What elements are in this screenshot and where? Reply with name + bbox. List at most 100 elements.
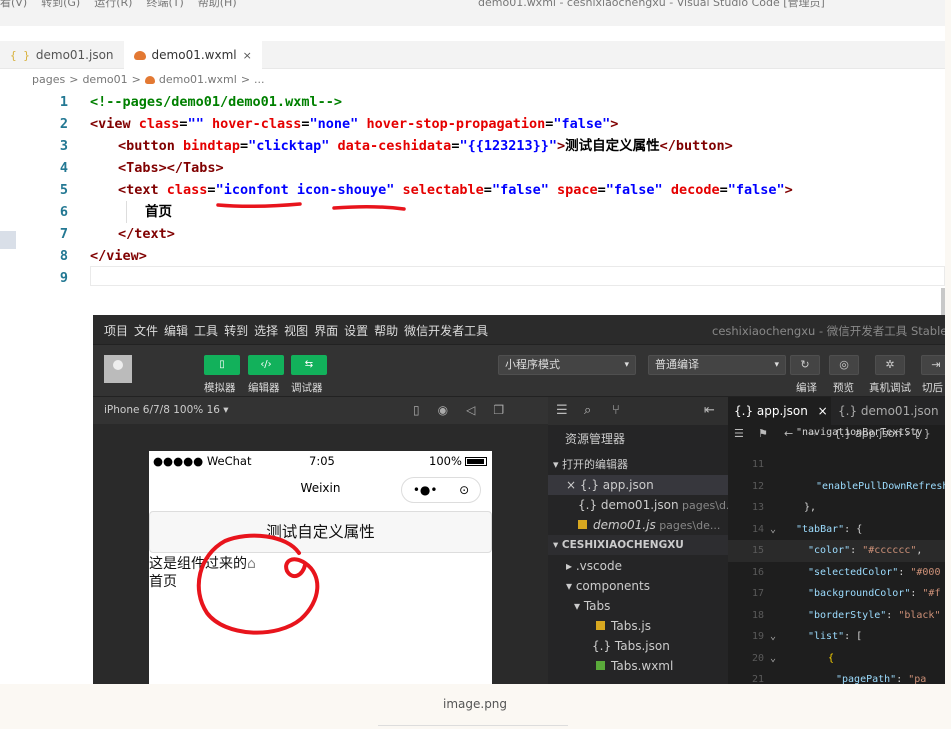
menu-terminal[interactable]: 终端(T)	[146, 0, 183, 10]
code-line: 5 <text class="iconfont icon-shouye" sele…	[0, 179, 945, 201]
code-editor[interactable]: 1 <!--pages/demo01/demo01.wxml--> 2 <view …	[0, 91, 945, 289]
compile-select[interactable]: 普通编译 ▾	[648, 355, 786, 375]
menu-help[interactable]: 帮助	[374, 322, 398, 339]
list-item[interactable]: demo01.js pages\de...	[548, 515, 728, 535]
file-name: {.} Tabs.json	[592, 639, 670, 653]
chevron-down-icon[interactable]: ⌄	[770, 648, 776, 670]
compile-button[interactable]: ↻	[790, 355, 820, 375]
breadcrumb-item[interactable]: demo01.wxml	[159, 73, 237, 86]
back-icon[interactable]: ←	[784, 427, 793, 440]
close-icon[interactable]: ×	[818, 404, 828, 418]
menu-goto[interactable]: 转到(G)	[41, 0, 80, 10]
record-icon[interactable]: ◉	[438, 403, 448, 417]
list-item[interactable]: Tabs.wxml	[548, 656, 728, 676]
custom-attribute-button[interactable]: 测试自定义属性	[149, 511, 492, 553]
simulator-pane: iPhone 6/7/8 100% 16 ▾ ▯ ◉ ◁ ❐ ●●●●● WeC…	[93, 397, 548, 684]
menu-project[interactable]: 项目	[104, 322, 128, 339]
bookmark-icon[interactable]: ⚑	[758, 427, 768, 440]
window-icon[interactable]: ❐	[493, 403, 504, 417]
mode-select[interactable]: 小程序模式 ▾	[498, 355, 636, 375]
code-text: "selectedColor": "#000	[808, 566, 941, 578]
chevron-down-icon[interactable]: ⌄	[770, 519, 776, 541]
volume-icon[interactable]: ◁	[466, 403, 475, 417]
tab-app-json[interactable]: {.} app.json ×	[728, 397, 831, 425]
search-icon[interactable]: ⌕	[584, 403, 591, 418]
tab-demo01-wxml[interactable]: demo01.wxml ×	[123, 41, 262, 69]
chevron-right-icon: >	[131, 73, 141, 86]
code-line: 11	[728, 454, 945, 476]
menu-help[interactable]: 帮助(H)	[198, 0, 237, 10]
menu-wechat-devtools[interactable]: 微信开发者工具	[404, 322, 488, 339]
editor-button[interactable]: ‹/›	[248, 355, 284, 375]
device-select[interactable]: iPhone 6/7/8 100% 16 ▾	[104, 404, 229, 416]
compile-select-value: 普通编译	[655, 358, 699, 371]
chevron-right-icon: >	[69, 73, 79, 86]
breadcrumb-item[interactable]: pages	[32, 73, 65, 86]
breadcrumb-item[interactable]: demo01	[82, 73, 127, 86]
code-line: 12 "enablePullDownRefresh	[728, 476, 945, 498]
code-text: "enablePullDownRefresh	[816, 480, 945, 492]
menu-view[interactable]: 看(V)	[0, 0, 27, 10]
phone-icon[interactable]: ▯	[413, 403, 420, 417]
project-header[interactable]: ▾ CESHIXIAOCHENGXU	[548, 535, 728, 555]
wechat-devtools-window: 项目 文件 编辑 工具 转到 选择 视图 界面 设置 帮助 微信开发者工具 ce…	[93, 315, 945, 684]
list-item[interactable]: ▾ components	[548, 576, 728, 596]
chevron-right-icon: >	[240, 73, 251, 86]
menu-tools[interactable]: 工具	[194, 322, 218, 339]
git-icon[interactable]: ⑂	[612, 403, 620, 418]
list-item[interactable]: ▾ Tabs	[548, 596, 728, 616]
debugger-button[interactable]: ⇆	[291, 355, 327, 375]
code-line: 21 "pagePath": "pa	[728, 669, 945, 684]
code-line: 15 "color": "#cccccc",	[728, 540, 945, 562]
tab-demo01-json[interactable]: { } demo01.json	[0, 41, 124, 69]
menu-view[interactable]: 视图	[284, 322, 308, 339]
simulator-button[interactable]: ▯	[204, 355, 240, 375]
chevron-down-icon[interactable]: ⌄	[770, 626, 776, 648]
menu-select[interactable]: 选择	[254, 322, 278, 339]
battery-icon	[464, 457, 487, 466]
remote-debug-button[interactable]: ✲	[875, 355, 905, 375]
file-name: demo01.js	[593, 518, 656, 532]
line-number: 18	[751, 609, 764, 621]
list-icon[interactable]: ☰	[556, 403, 568, 418]
menu-run[interactable]: 运行(R)	[94, 0, 132, 10]
close-circle-icon[interactable]: ⊙	[459, 483, 469, 497]
breadcrumb: pages > demo01 > demo01.wxml > ...	[32, 73, 265, 86]
list-icon[interactable]: ☰	[734, 427, 744, 440]
avatar[interactable]	[104, 355, 132, 383]
code-editor-dark[interactable]: {.} app.json × {.} demo01.json ☰ ⚑ ← → {…	[728, 397, 945, 684]
list-item[interactable]: ▸ .vscode	[548, 556, 728, 576]
menu-edit[interactable]: 编辑	[164, 322, 188, 339]
breadcrumb-item[interactable]: ...	[254, 73, 265, 86]
collapse-icon[interactable]: ⇤	[704, 403, 715, 418]
preview-button[interactable]: ◎	[829, 355, 859, 375]
code-line: 16 "selectedColor": "#000	[728, 562, 945, 584]
more-icon[interactable]: •●•	[413, 483, 438, 497]
component-text-label: 这是组件过来的	[149, 556, 247, 572]
tab-demo01-json[interactable]: {.} demo01.json	[838, 397, 939, 425]
file-name: Tabs.js	[611, 619, 651, 633]
line-number: 20	[751, 652, 764, 664]
close-icon[interactable]: ×	[243, 49, 252, 62]
background-button[interactable]: ⇥	[921, 355, 945, 375]
list-item[interactable]: {.} demo01.json pages\d...	[548, 495, 728, 515]
code-line: "navigationBarTextSty	[796, 427, 923, 438]
list-item[interactable]: {.} Tabs.json	[548, 636, 728, 656]
wxml-file-icon	[133, 50, 146, 60]
tab-label: {.} app.json	[734, 404, 808, 418]
list-item[interactable]: Tabs.js	[548, 616, 728, 636]
wxml-file-icon	[596, 661, 605, 670]
list-item[interactable]: × {.} app.json	[548, 475, 728, 495]
menu-file[interactable]: 文件	[134, 322, 158, 339]
line-number: 3	[59, 138, 68, 154]
tab-label: demo01.wxml	[151, 48, 237, 62]
capsule-button[interactable]: •●• ⊙	[401, 477, 481, 503]
open-editors-header[interactable]: ▾ 打开的编辑器	[548, 455, 728, 475]
line-number: 8	[59, 248, 68, 264]
menu-goto[interactable]: 转到	[224, 322, 248, 339]
code-line: 4 <Tabs></Tabs>	[0, 157, 945, 179]
phone-screen: ●●●●● WeChat 7:05 100% Weixin •●• ⊙ 测试自定…	[149, 451, 492, 684]
menu-interface[interactable]: 界面	[314, 322, 338, 339]
code-line: 2 <view class="" hover-class="none" hover…	[0, 113, 945, 135]
menu-settings[interactable]: 设置	[344, 322, 368, 339]
